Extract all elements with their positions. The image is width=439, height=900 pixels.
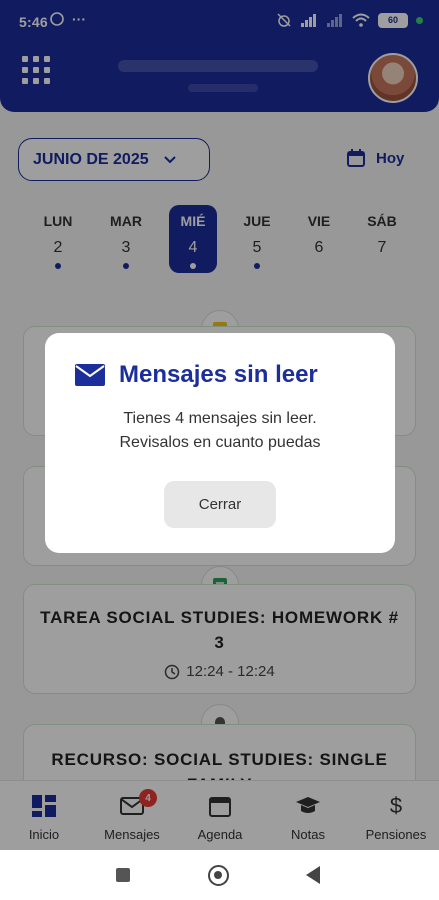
mail-icon xyxy=(75,364,105,386)
recents-button[interactable] xyxy=(116,868,130,882)
close-button[interactable]: Cerrar xyxy=(164,481,276,528)
dialog-title: Mensajes sin leer xyxy=(119,361,318,388)
home-button[interactable] xyxy=(208,865,229,886)
dialog-message: Tienes 4 mensajes sin leer. Revisalos en… xyxy=(45,407,395,455)
dialog-header: Mensajes sin leer xyxy=(75,361,318,389)
dialog-line-2: Revisalos en cuanto puedas xyxy=(119,434,321,451)
unread-messages-dialog: Mensajes sin leer Tienes 4 mensajes sin … xyxy=(45,333,395,553)
back-button[interactable] xyxy=(306,866,320,884)
dialog-line-1: Tienes 4 mensajes sin leer. xyxy=(123,410,317,427)
